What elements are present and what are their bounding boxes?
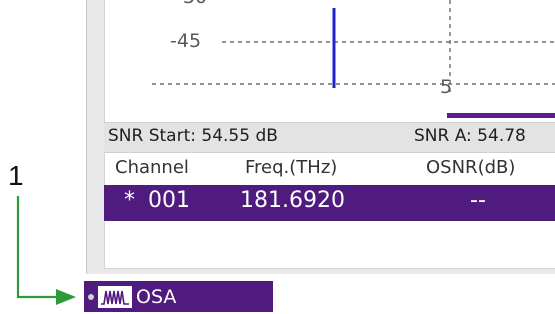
spectrum-plot[interactable]: -30 -45 5 xyxy=(104,0,555,112)
snr-bar: SNR Start: 54.55 dB SNR A: 54.78 xyxy=(104,122,555,153)
annotation-arrow xyxy=(16,196,76,305)
y-tick-label-minus45: -45 xyxy=(170,30,202,52)
cell-frequency: 181.6920 xyxy=(240,188,345,213)
screenshot: -30 -45 5 SNR Start: 54.55 dB SNR A: 54.… xyxy=(0,0,555,314)
snr-a-label: SNR A: 54.78 xyxy=(414,126,526,146)
spectrum-icon xyxy=(98,285,132,308)
x-tick-label-5: 5 xyxy=(440,76,453,98)
snr-start-label: SNR Start: 54.55 dB xyxy=(108,126,278,146)
table-header: Channel Freq.(THz) OSNR(dB) xyxy=(104,154,555,184)
cell-osnr: -- xyxy=(470,188,486,213)
column-header-channel[interactable]: Channel xyxy=(115,157,189,178)
row-marker: * xyxy=(124,188,135,213)
plot-svg xyxy=(152,0,555,96)
column-header-frequency[interactable]: Freq.(THz) xyxy=(245,157,337,178)
table-row[interactable]: * 001 181.6920 -- xyxy=(104,185,555,221)
cell-channel: 001 xyxy=(148,188,190,213)
column-header-osnr[interactable]: OSNR(dB) xyxy=(426,157,515,178)
plot-scroll-indicator[interactable] xyxy=(447,113,555,118)
tab-osa[interactable]: OSA xyxy=(84,281,273,312)
tab-osa-label: OSA xyxy=(136,285,177,308)
y-tick-label-partial: -30 xyxy=(176,0,207,8)
tab-status-dot xyxy=(88,293,94,300)
